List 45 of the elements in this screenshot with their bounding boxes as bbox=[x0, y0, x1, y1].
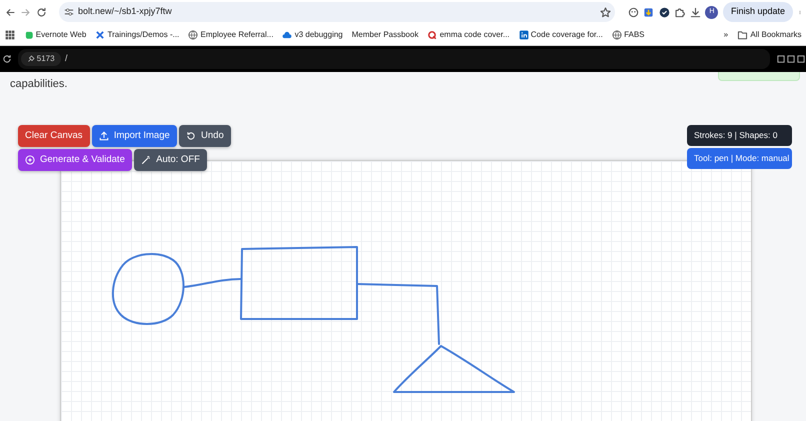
reload-icon[interactable] bbox=[36, 6, 46, 18]
bookmark[interactable]: v3 debugging bbox=[282, 28, 343, 40]
path-text: / bbox=[65, 52, 68, 66]
globe-icon bbox=[188, 30, 198, 40]
q-icon bbox=[427, 30, 438, 40]
folder-icon bbox=[737, 30, 748, 40]
intro-text: capabilities. bbox=[10, 77, 68, 92]
toolbar-button[interactable]: Auto: OFF bbox=[134, 149, 207, 172]
toolbar-button[interactable]: Generate & Validate bbox=[18, 149, 132, 172]
upload-icon bbox=[98, 131, 109, 141]
bookmark[interactable]: emma code cover... bbox=[427, 28, 510, 40]
toolbar-button[interactable]: Undo bbox=[179, 125, 231, 147]
undo-icon bbox=[186, 131, 196, 141]
site-settings-icon[interactable] bbox=[64, 7, 74, 17]
wand-icon bbox=[141, 155, 152, 166]
url-text: bolt.new/~/sb1-xpjy7ftw bbox=[78, 5, 173, 18]
back-icon[interactable] bbox=[4, 6, 16, 18]
globe-icon bbox=[612, 30, 622, 40]
preview-url-bar[interactable]: 5173 / bbox=[18, 49, 770, 69]
bookmark[interactable]: Employee Referral... bbox=[188, 28, 274, 40]
bookmark[interactable]: FABS bbox=[612, 28, 645, 40]
port-pill[interactable]: 5173 bbox=[20, 52, 61, 66]
bookmark[interactable]: Code coverage for... bbox=[518, 28, 603, 40]
all-bookmarks[interactable]: All Bookmarks bbox=[737, 28, 802, 40]
bookmark[interactable]: Evernote Web bbox=[24, 28, 86, 40]
extension-icon[interactable] bbox=[658, 6, 670, 18]
status-chip: Tool: pen | Mode: manual bbox=[687, 148, 792, 170]
address-bar[interactable]: bolt.new/~/sb1-xpjy7ftw bbox=[59, 2, 616, 22]
toolbar-button[interactable]: Import Image bbox=[92, 125, 177, 147]
bookmark[interactable]: Member Passbook bbox=[352, 28, 418, 40]
puzzle-icon[interactable] bbox=[674, 6, 686, 18]
clear-canvas-button[interactable]: Clear Canvas bbox=[18, 125, 90, 147]
download-icon[interactable] bbox=[690, 6, 701, 18]
port-text: 5173 bbox=[36, 53, 55, 65]
status-chip: Strokes: 9 | Shapes: 0 bbox=[687, 125, 792, 146]
star-icon[interactable] bbox=[600, 6, 611, 18]
linkedin-icon bbox=[518, 30, 529, 40]
more-bookmarks-button[interactable]: » bbox=[724, 28, 728, 40]
bookmark[interactable]: Trainings/Demos -... bbox=[95, 28, 180, 40]
reload-icon[interactable] bbox=[2, 54, 12, 64]
apps-icon[interactable] bbox=[4, 30, 14, 40]
cross-icon bbox=[95, 30, 106, 40]
extension-icon[interactable] bbox=[628, 6, 639, 18]
finish-update-button[interactable]: Finish update bbox=[722, 2, 793, 22]
cloud-icon bbox=[282, 30, 292, 40]
